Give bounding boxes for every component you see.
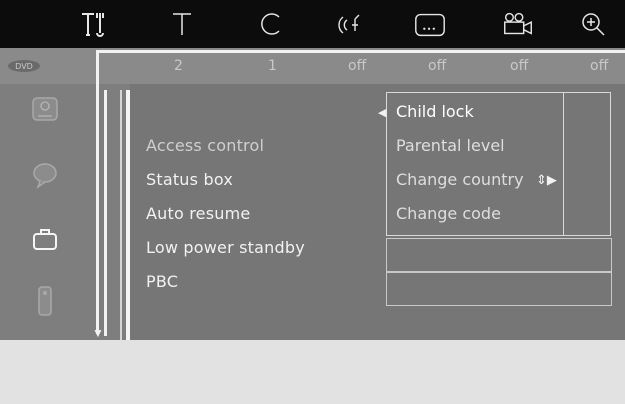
submenu-item-parental-level[interactable]: Parental level bbox=[396, 136, 505, 155]
option-box bbox=[386, 238, 612, 272]
tools-icon[interactable] bbox=[78, 8, 114, 40]
strip-value: off bbox=[510, 58, 529, 74]
submenu-item-change-code[interactable]: Change code bbox=[396, 204, 501, 223]
menu-item-access-control[interactable]: Access control bbox=[146, 136, 264, 155]
top-divider-line bbox=[96, 50, 625, 53]
submenu-value-box bbox=[563, 92, 611, 236]
remote-icon[interactable] bbox=[26, 282, 64, 320]
submenu-item-change-country[interactable]: Change country bbox=[396, 170, 524, 189]
top-icon-bar bbox=[0, 0, 625, 48]
subtitle-icon[interactable] bbox=[412, 8, 448, 40]
bottom-bar bbox=[0, 340, 625, 404]
menu-item-low-power-standby[interactable]: Low power standby bbox=[146, 238, 305, 257]
zoom-icon[interactable] bbox=[576, 8, 612, 40]
strip-value: off bbox=[348, 58, 367, 74]
camera-angle-icon[interactable] bbox=[500, 8, 536, 40]
dvd-logo-icon: DVD bbox=[6, 58, 42, 78]
audio-icon[interactable] bbox=[334, 8, 370, 40]
strip-value: off bbox=[590, 58, 609, 74]
menu-item-status-box[interactable]: Status box bbox=[146, 170, 233, 189]
left-arrow-icon[interactable]: ◀ bbox=[378, 106, 386, 119]
text-icon[interactable] bbox=[164, 8, 200, 40]
scroll-line bbox=[96, 52, 99, 334]
menu-item-auto-resume[interactable]: Auto resume bbox=[146, 204, 250, 223]
strip-value: 1 bbox=[268, 58, 277, 74]
up-down-right-arrow-icon[interactable]: ⇕▶ bbox=[536, 172, 557, 188]
c-icon[interactable] bbox=[254, 8, 290, 40]
sidebar bbox=[0, 84, 90, 340]
strip-value: off bbox=[428, 58, 447, 74]
scroll-down-arrow-icon[interactable]: ▼ bbox=[92, 326, 104, 340]
submenu-item-child-lock[interactable]: Child lock bbox=[396, 102, 474, 121]
briefcase-icon[interactable] bbox=[26, 220, 64, 258]
strip-value: 2 bbox=[174, 58, 183, 74]
value-strip: DVD 2 1 off off off off bbox=[0, 48, 625, 84]
menu-item-pbc[interactable]: PBC bbox=[146, 272, 178, 291]
option-box bbox=[386, 272, 612, 306]
panel-divider-line bbox=[120, 90, 122, 340]
picture-settings-icon[interactable] bbox=[26, 90, 64, 128]
scrollbar-track[interactable] bbox=[104, 90, 107, 336]
svg-text:DVD: DVD bbox=[15, 62, 33, 71]
speech-icon[interactable] bbox=[26, 156, 64, 194]
